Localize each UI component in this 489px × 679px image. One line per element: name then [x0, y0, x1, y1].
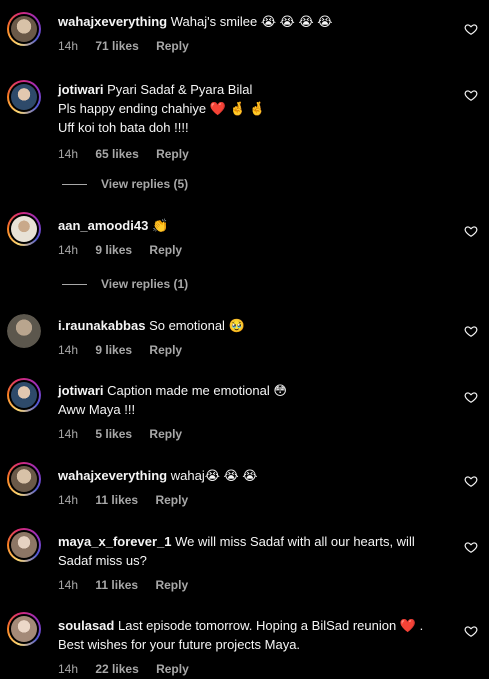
avatar[interactable]: [7, 12, 41, 46]
comment-text: Last episode tomorrow. Hoping a BilSad r…: [117, 618, 424, 633]
comment-meta: 14h 71 likes Reply: [58, 37, 449, 56]
comment-time: 14h: [58, 493, 79, 507]
comment-meta: 14h 9 likes Reply: [58, 341, 449, 360]
comment-time: 14h: [58, 243, 79, 257]
comment-meta: 14h 11 likes Reply: [58, 576, 449, 595]
divider: [62, 184, 87, 186]
comment-likes[interactable]: 22 likes: [95, 662, 138, 676]
comment-text-line: Aww Maya !!!: [58, 402, 136, 417]
divider: [62, 284, 87, 286]
avatar[interactable]: [7, 378, 41, 412]
comment-text: wahaj😭 😭 😭: [170, 468, 258, 483]
reply-button[interactable]: Reply: [156, 147, 189, 161]
heart-outline-icon[interactable]: [464, 324, 478, 338]
heart-outline-icon[interactable]: [464, 390, 478, 404]
comment-meta: 14h 5 likes Reply: [58, 425, 449, 444]
comment-username[interactable]: soulasad: [58, 618, 114, 633]
comment-text: Wahaj's smilee 😭 😭 😭 😭: [170, 14, 333, 29]
comment-meta: 14h 11 likes Reply: [58, 491, 449, 510]
comment-likes[interactable]: 65 likes: [95, 147, 138, 161]
heart-outline-icon[interactable]: [464, 22, 478, 36]
comment-time: 14h: [58, 39, 79, 53]
avatar[interactable]: [7, 612, 41, 646]
avatar[interactable]: [7, 528, 41, 562]
avatar[interactable]: [7, 80, 41, 114]
reply-button[interactable]: Reply: [149, 343, 182, 357]
comment-likes[interactable]: 5 likes: [95, 427, 132, 441]
reply-button[interactable]: Reply: [155, 578, 188, 592]
comment-meta: 14h 22 likes Reply: [58, 660, 449, 679]
comment-username[interactable]: i.raunakabbas: [58, 318, 145, 333]
comment-text-line: Sadaf miss us?: [58, 553, 147, 568]
view-replies-label: View replies (1): [101, 277, 189, 291]
comment-text-line: Best wishes for your future projects May…: [58, 637, 301, 652]
view-replies-button[interactable]: View replies (1): [62, 277, 188, 291]
comment-time: 14h: [58, 578, 79, 592]
comment-username[interactable]: wahajxeverything: [58, 14, 167, 29]
reply-button[interactable]: Reply: [149, 243, 182, 257]
view-replies-button[interactable]: View replies (5): [62, 177, 188, 191]
comment-username[interactable]: jotiwari: [58, 383, 104, 398]
comment-time: 14h: [58, 343, 79, 357]
heart-outline-icon[interactable]: [464, 224, 478, 238]
comment-text: We will miss Sadaf with all our hearts, …: [175, 534, 415, 549]
comment-meta: 14h 65 likes Reply: [58, 145, 449, 164]
comment-text: So emotional 🥹: [149, 318, 245, 333]
reply-button[interactable]: Reply: [155, 493, 188, 507]
comments-list: wahajxeverything Wahaj's smilee 😭 😭 😭 😭 …: [0, 0, 489, 679]
comment-text: Pyari Sadaf & Pyara Bilal: [107, 82, 253, 97]
comment-meta: 14h 9 likes Reply: [58, 241, 449, 260]
avatar[interactable]: [7, 212, 41, 246]
heart-outline-icon[interactable]: [464, 540, 478, 554]
comment-username[interactable]: aan_amoodi43: [58, 218, 148, 233]
comment-likes[interactable]: 71 likes: [95, 39, 138, 53]
comment-text-line: Pls happy ending chahiye ❤️ 🤞 🤞: [58, 101, 266, 116]
comment-time: 14h: [58, 662, 79, 676]
comment-username[interactable]: wahajxeverything: [58, 468, 167, 483]
reply-button[interactable]: Reply: [156, 662, 189, 676]
heart-outline-icon[interactable]: [464, 88, 478, 102]
avatar[interactable]: [7, 314, 41, 348]
comment-text-line: Uff koi toh bata doh !!!!: [58, 120, 189, 135]
comment-likes[interactable]: 11 likes: [95, 493, 138, 507]
view-replies-label: View replies (5): [101, 177, 189, 191]
comment-username[interactable]: maya_x_forever_1: [58, 534, 171, 549]
comment-likes[interactable]: 9 likes: [95, 243, 132, 257]
reply-button[interactable]: Reply: [156, 39, 189, 53]
comment-likes[interactable]: 9 likes: [95, 343, 132, 357]
comment-text: Caption made me emotional 😳: [107, 383, 287, 398]
reply-button[interactable]: Reply: [149, 427, 182, 441]
comment-username[interactable]: jotiwari: [58, 82, 104, 97]
comment-text: 👏: [151, 218, 169, 233]
comment-likes[interactable]: 11 likes: [95, 578, 138, 592]
heart-outline-icon[interactable]: [464, 474, 478, 488]
comment-time: 14h: [58, 427, 79, 441]
comment-time: 14h: [58, 147, 79, 161]
avatar[interactable]: [7, 462, 41, 496]
heart-outline-icon[interactable]: [464, 624, 478, 638]
